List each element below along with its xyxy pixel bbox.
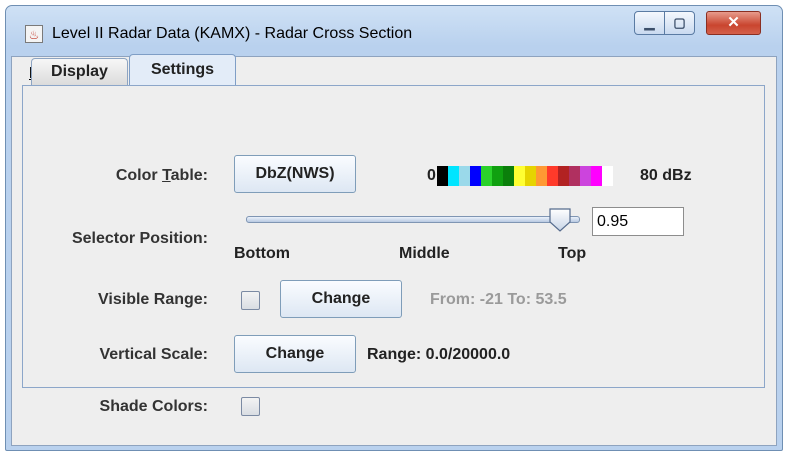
close-button[interactable]: ✕ <box>706 11 761 35</box>
color-bar-min-label: 0 <box>427 167 436 184</box>
visible-range-info: From: -21 To: 53.5 <box>430 291 567 308</box>
minimize-button[interactable]: ▁ <box>634 11 665 35</box>
visible-range-label: Visible Range: <box>98 291 208 308</box>
color-swatch <box>547 166 558 186</box>
slider-tick-middle: Middle <box>399 245 450 262</box>
vertical-scale-change-button[interactable]: Change <box>234 335 356 373</box>
tab-display[interactable]: Display <box>31 58 128 86</box>
color-swatch <box>470 166 481 186</box>
color-swatch <box>580 166 591 186</box>
color-swatch <box>602 166 613 186</box>
color-swatch <box>591 166 602 186</box>
shade-colors-label: Shade Colors: <box>99 398 208 415</box>
color-table-bar <box>437 166 613 186</box>
selector-position-field[interactable]: 0.95 <box>592 207 684 236</box>
maximize-button[interactable]: ▢ <box>664 11 695 35</box>
color-swatch <box>558 166 569 186</box>
color-swatch <box>459 166 470 186</box>
color-bar-max-label: 80 dBz <box>640 167 692 184</box>
color-swatch <box>481 166 492 186</box>
color-table-button[interactable]: DbZ(NWS) <box>234 155 356 193</box>
title-bar[interactable]: ♨ Level II Radar Data (KAMX) - Radar Cro… <box>6 6 782 56</box>
selector-slider-track[interactable] <box>246 216 580 223</box>
close-icon: ✕ <box>727 14 740 31</box>
vertical-scale-label: Vertical Scale: <box>99 346 208 363</box>
selector-slider-thumb[interactable] <box>549 208 571 232</box>
shade-colors-checkbox[interactable] <box>241 397 260 416</box>
slider-tick-top: Top <box>558 245 587 262</box>
selector-position-label: Selector Position: <box>71 230 208 247</box>
vertical-scale-range-info: Range: 0.0/20000.0 <box>367 346 511 363</box>
color-table-label: Color Table: <box>115 167 208 184</box>
color-swatch <box>437 166 448 186</box>
tab-settings[interactable]: Settings <box>129 54 236 86</box>
visible-range-checkbox[interactable] <box>241 291 260 310</box>
color-swatch <box>525 166 536 186</box>
visible-range-change-button[interactable]: Change <box>280 280 402 318</box>
color-swatch <box>514 166 525 186</box>
slider-tick-bottom: Bottom <box>234 245 290 262</box>
color-swatch <box>492 166 503 186</box>
color-swatch <box>503 166 514 186</box>
maximize-icon: ▢ <box>673 15 686 30</box>
color-swatch <box>448 166 459 186</box>
java-cup-icon: ♨ <box>25 25 43 43</box>
color-swatch <box>569 166 580 186</box>
window-title: Level II Radar Data (KAMX) - Radar Cross… <box>52 25 413 42</box>
minimize-icon: ▁ <box>644 15 655 30</box>
color-swatch <box>536 166 547 186</box>
